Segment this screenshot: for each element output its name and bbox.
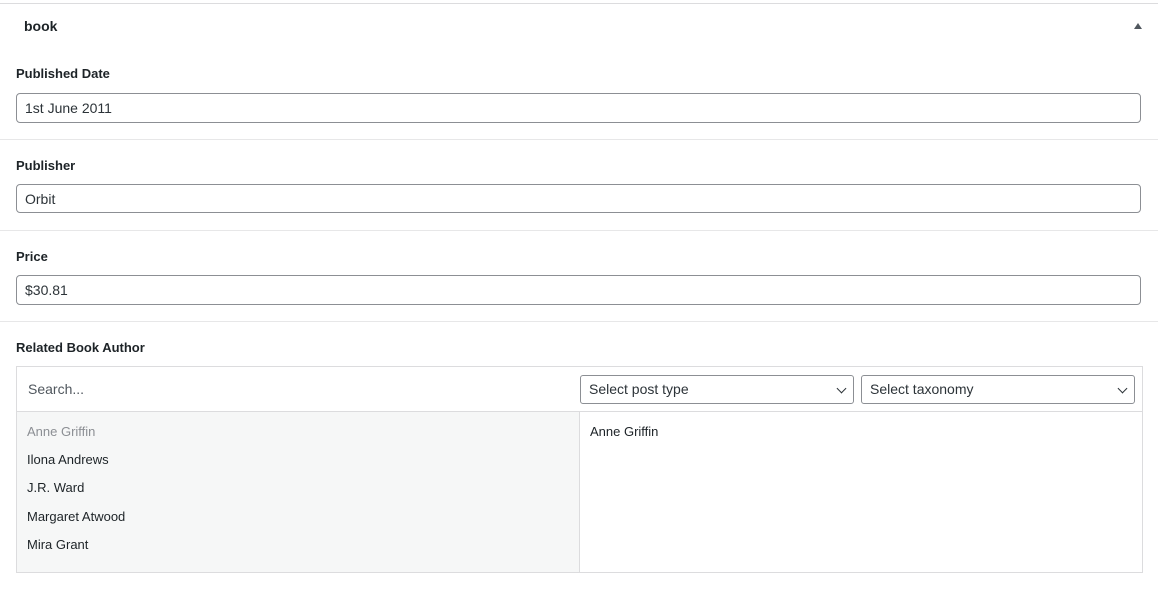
postbox-header[interactable]: book: [0, 4, 1158, 48]
choice-item[interactable]: Margaret Atwood: [27, 509, 125, 524]
field-divider: [0, 321, 1158, 322]
taxonomy-select-value: Select taxonomy: [870, 381, 974, 397]
choice-item: Anne Griffin: [27, 424, 96, 439]
publisher-input[interactable]: [16, 184, 1141, 213]
relationship-filters: Select post type Select taxonomy: [17, 367, 1142, 412]
published-date-input[interactable]: [16, 93, 1141, 123]
field-divider: [0, 230, 1158, 231]
publisher-label: Publisher: [16, 158, 76, 173]
relationship-field: Select post type Select taxonomy Anne Gr…: [16, 366, 1143, 573]
collapse-arrow-icon[interactable]: [1134, 23, 1142, 29]
chevron-down-icon: [836, 383, 847, 394]
price-label: Price: [16, 249, 48, 264]
price-input[interactable]: [16, 275, 1141, 305]
relationship-choices-list: Anne Griffin Ilona Andrews J.R. Ward Mar…: [17, 412, 580, 572]
choice-item[interactable]: J.R. Ward: [27, 480, 84, 495]
related-book-author-label: Related Book Author: [16, 340, 145, 355]
selected-item[interactable]: Anne Griffin: [590, 424, 658, 439]
relationship-selected-list: Anne Griffin: [580, 412, 1142, 572]
choice-item[interactable]: Mira Grant: [27, 537, 88, 552]
taxonomy-select[interactable]: Select taxonomy: [861, 375, 1135, 404]
post-type-select[interactable]: Select post type: [580, 375, 854, 404]
field-divider: [0, 139, 1158, 140]
postbox-title: book: [24, 18, 58, 34]
chevron-down-icon: [1117, 383, 1128, 394]
relationship-search-input[interactable]: [17, 367, 577, 411]
post-type-select-value: Select post type: [589, 381, 689, 397]
choice-item[interactable]: Ilona Andrews: [27, 452, 109, 467]
published-date-label: Published Date: [16, 66, 110, 81]
